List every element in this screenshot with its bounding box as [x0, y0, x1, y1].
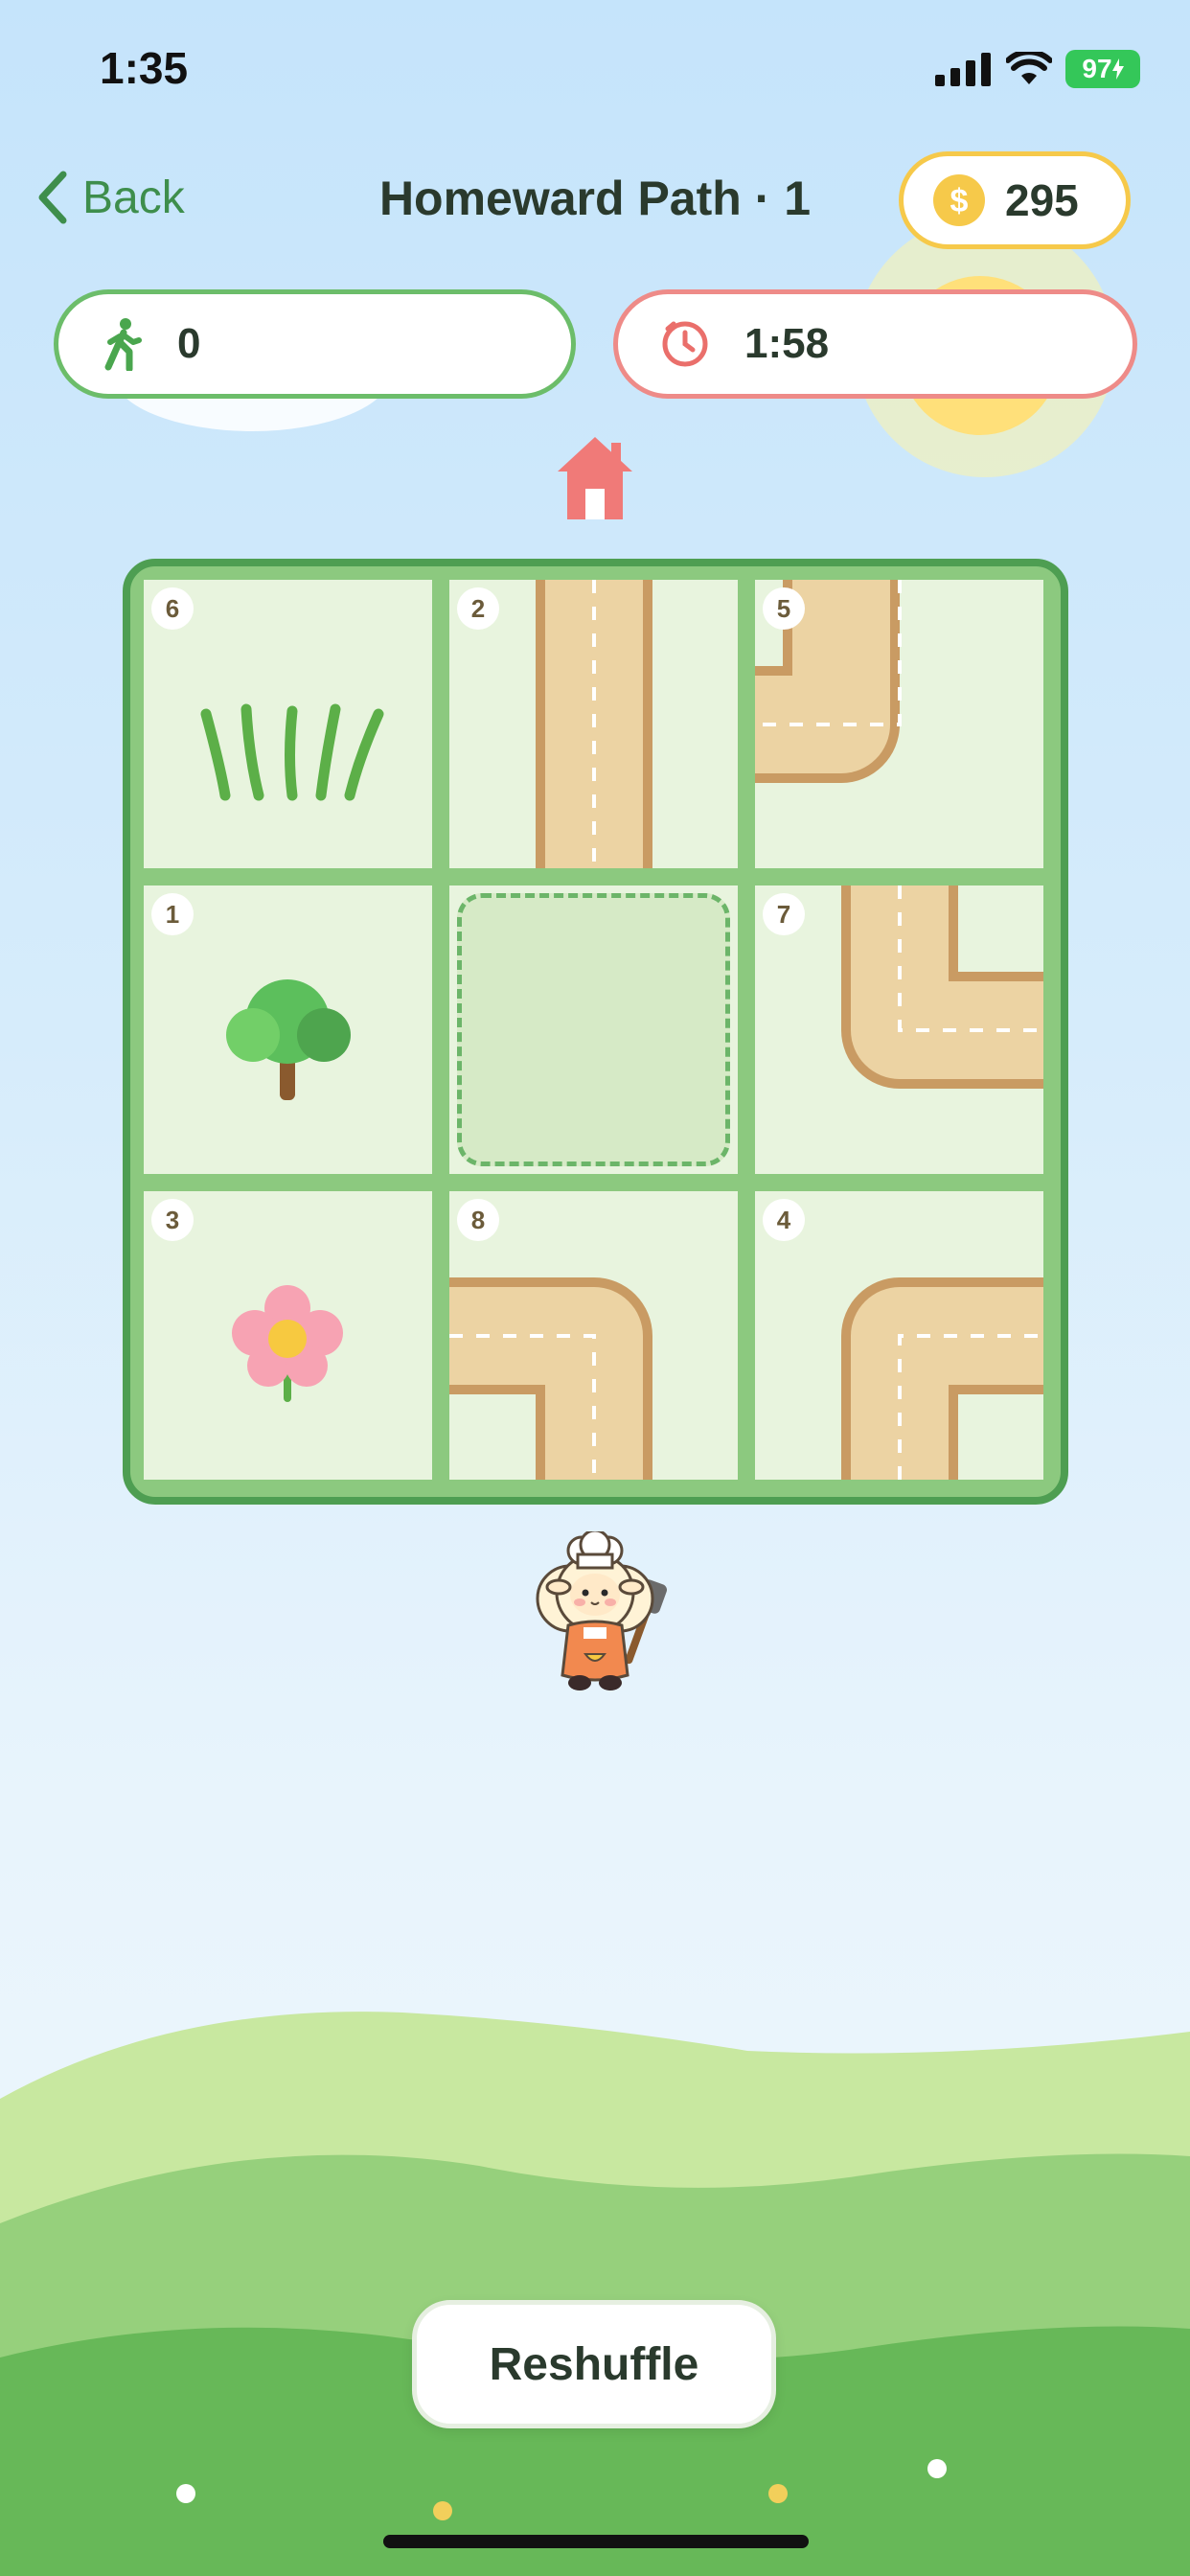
walking-person-icon	[104, 318, 142, 371]
sheep-chef-character	[536, 1531, 667, 1690]
tile-road-corner[interactable]: 4	[755, 1191, 1043, 1480]
tile-road-corner[interactable]: 5	[755, 580, 1043, 868]
empty-slot-outline	[457, 893, 730, 1166]
coin-balance: $ 295	[899, 151, 1131, 249]
timer-value: 1:58	[744, 320, 830, 367]
tile-number: 2	[457, 587, 499, 630]
flower-icon	[232, 1285, 343, 1402]
back-button[interactable]: Back	[36, 171, 185, 224]
svg-text:$: $	[950, 183, 969, 219]
battery-level: 97	[1082, 54, 1112, 83]
tile-road-vertical[interactable]: 2	[449, 580, 738, 868]
home-icon	[558, 437, 632, 519]
timer-display: 1:58	[613, 289, 1137, 399]
grass-icon	[200, 703, 384, 801]
sparkle-dot	[176, 2484, 195, 2503]
tile-tree[interactable]: 1	[144, 886, 432, 1174]
empty-slot[interactable]	[449, 886, 738, 1174]
moves-value: 0	[177, 320, 201, 367]
tile-number: 5	[763, 587, 805, 630]
signal-icon	[935, 53, 991, 86]
tree-icon	[226, 979, 351, 1100]
tile-number: 1	[151, 893, 194, 935]
tile-number: 4	[763, 1199, 805, 1241]
moves-counter: 0	[54, 289, 576, 399]
charging-bolt-icon	[1111, 58, 1124, 80]
tile-flower[interactable]: 3	[144, 1191, 432, 1480]
reshuffle-button[interactable]: Reshuffle	[412, 2300, 776, 2428]
sparkle-dot	[433, 2501, 452, 2520]
tile-grass[interactable]: 6	[144, 580, 432, 868]
puzzle-board: 6 2 5 1 7 3 8 4	[123, 559, 1068, 1505]
sparkle-dot	[927, 2459, 947, 2478]
status-time: 1:35	[100, 43, 189, 93]
status-icons: 97	[935, 50, 1140, 88]
back-label: Back	[82, 172, 185, 223]
tile-road-corner[interactable]: 7	[755, 886, 1043, 1174]
tile-number: 8	[457, 1199, 499, 1241]
tile-number: 7	[763, 893, 805, 935]
coin-count: 295	[1005, 175, 1079, 225]
tile-road-corner[interactable]: 8	[449, 1191, 738, 1480]
timer-icon	[662, 321, 708, 367]
coin-icon: $	[933, 174, 985, 226]
wifi-icon	[1006, 52, 1052, 84]
home-indicator[interactable]	[383, 2535, 809, 2548]
sparkle-dot	[768, 2484, 788, 2503]
chevron-left-icon	[38, 171, 67, 224]
tile-number: 3	[151, 1199, 194, 1241]
status-bar: 1:35 97	[0, 0, 1190, 144]
battery-indicator: 97	[1065, 50, 1140, 88]
tile-number: 6	[151, 587, 194, 630]
